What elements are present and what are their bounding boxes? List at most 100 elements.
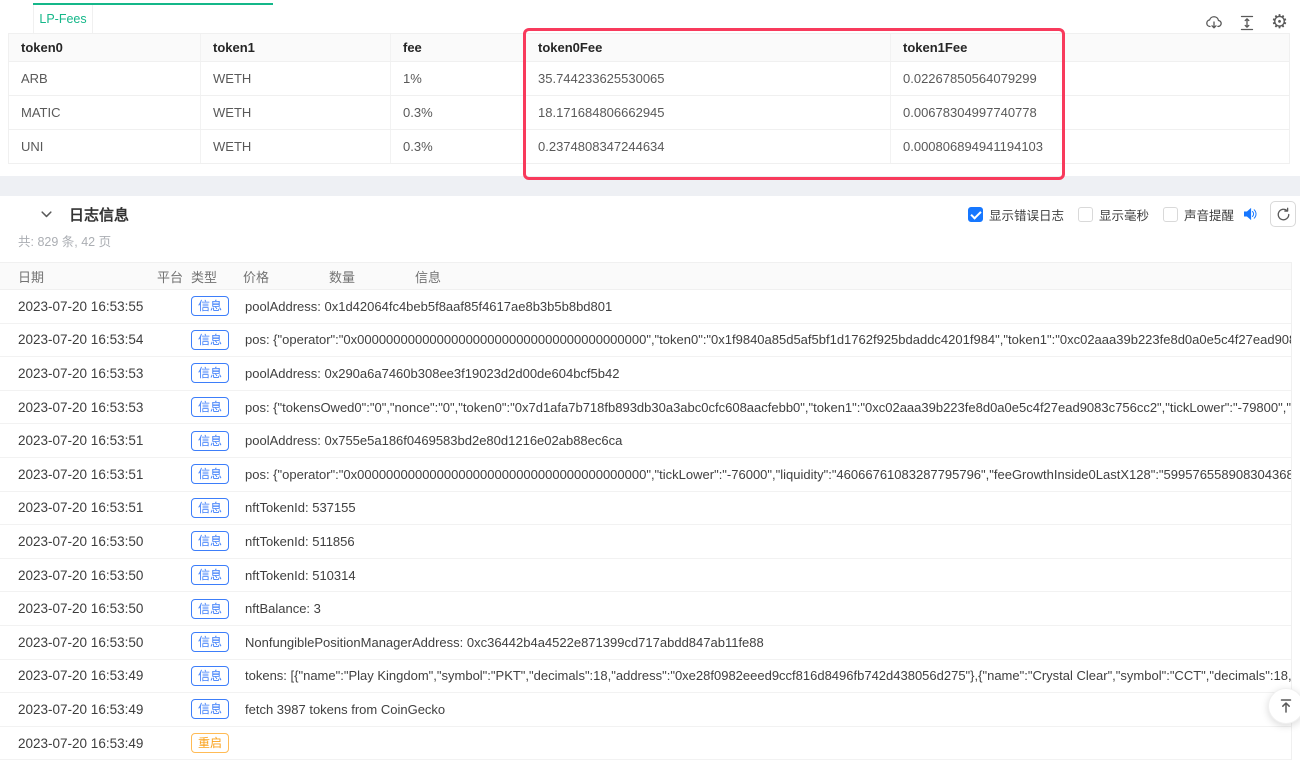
column-header: fee <box>391 34 526 61</box>
table-cell: 0.2374808347244634 <box>526 130 891 163</box>
section-divider <box>0 176 1300 196</box>
checkbox-label: 声音提醒 <box>1184 205 1234 224</box>
log-date: 2023-07-20 16:53:50 <box>0 568 157 583</box>
type-badge: 信息 <box>191 330 229 350</box>
type-badge: 重启 <box>191 733 229 753</box>
log-row: 2023-07-20 16:53:49 重启 <box>0 727 1291 760</box>
type-badge: 信息 <box>191 599 229 619</box>
lp-fees-table-body: ARBWETH1%35.7442336255300650.02267850564… <box>9 62 1289 164</box>
log-type: 信息 <box>191 397 245 417</box>
table-cell: MATIC <box>9 96 201 129</box>
table-cell: 35.744233625530065 <box>526 62 891 95</box>
log-section-title: 日志信息 <box>69 204 129 225</box>
log-row: 2023-07-20 16:53:51信息nftTokenId: 537155 <box>0 492 1291 526</box>
log-date: 2023-07-20 16:53:50 <box>0 534 157 549</box>
log-message: pos: {"operator":"0x00000000000000000000… <box>245 332 1291 347</box>
log-row: 2023-07-20 16:53:51 信息 poolAddress: 0x755e… <box>0 424 1291 458</box>
checkbox-label: 显示毫秒 <box>1099 205 1149 224</box>
table-cell: WETH <box>201 96 391 129</box>
lp-fees-table-header: token0token1feetoken0Feetoken1Fee <box>9 34 1289 62</box>
tab-lp-fees[interactable]: LP-Fees <box>33 5 93 33</box>
log-row: 2023-07-20 16:53:53 信息 poolAddress: 0x290a… <box>0 357 1291 391</box>
log-count: 共: 829 条, 42 页 <box>18 231 111 250</box>
table-row: UNIWETH0.3%0.23748083472446340.000806894… <box>9 130 1289 164</box>
log-date: 2023-07-20 16:53:51 <box>0 433 157 448</box>
checkbox-group: 显示错误日志 显示毫秒 声音提醒 <box>968 205 1234 224</box>
log-row: 2023-07-20 16:53:54 信息 pos: {"operator":"0… <box>0 324 1291 358</box>
table-cell: WETH <box>201 130 391 163</box>
log-type: 信息 <box>191 531 245 551</box>
column-header: token1 <box>201 34 391 61</box>
log-message: pos: {"tokensOwed0":"0","nonce":"0","tok… <box>245 400 1291 415</box>
back-to-top-button[interactable] <box>1268 688 1300 724</box>
lp-fees-table: token0token1feetoken0Feetoken1Fee ARBWET… <box>8 33 1290 164</box>
table-cell: 0.00678304997740778 <box>891 96 1289 129</box>
log-row: 2023-07-20 16:53:50 信息 nftTokenId: 510314 <box>0 559 1291 593</box>
table-row: MATICWETH0.3%18.1716848066629450.0067830… <box>9 96 1289 130</box>
log-message: poolAddress: 0x290a6a7460b308ee3f19023d2… <box>245 366 1291 381</box>
column-header: 平台 <box>157 267 191 286</box>
log-table-header: 日期平台类型价格数量信息 <box>0 262 1291 290</box>
log-row: 2023-07-20 16:53:51信息pos: {"operator":"0… <box>0 458 1291 492</box>
checkbox-box[interactable] <box>968 207 983 222</box>
type-badge: 信息 <box>191 397 229 417</box>
log-row: 2023-07-20 16:53:55 信息 poolAddress: 0x1d42… <box>0 290 1291 324</box>
log-date: 2023-07-20 16:53:55 <box>0 299 157 314</box>
type-badge: 信息 <box>191 565 229 585</box>
cloud-download-icon[interactable] <box>1205 14 1223 32</box>
table-cell: ARB <box>9 62 201 95</box>
log-message: nftTokenId: 510314 <box>245 568 1291 583</box>
log-date: 2023-07-20 16:53:54 <box>0 332 157 347</box>
speaker-icon[interactable] <box>1242 206 1258 222</box>
column-header: token0 <box>9 34 201 61</box>
checkbox-box[interactable] <box>1163 207 1178 222</box>
log-message: poolAddress: 0x755e5a186f0469583bd2e80d1… <box>245 433 1291 448</box>
checkbox-box[interactable] <box>1078 207 1093 222</box>
log-date: 2023-07-20 16:53:50 <box>0 635 157 650</box>
log-message: tokens: [{"name":"Play Kingdom","symbol"… <box>245 668 1291 683</box>
column-header: 类型 <box>191 267 243 286</box>
log-type: 信息 <box>191 363 245 383</box>
checkbox-unchecked[interactable]: 声音提醒 <box>1163 205 1234 224</box>
log-type: 信息 <box>191 632 245 652</box>
type-badge: 信息 <box>191 699 229 719</box>
log-date: 2023-07-20 16:53:49 <box>0 736 157 751</box>
log-section-header: 日志信息 显示错误日志 显示毫秒 声音提醒 <box>0 196 1300 232</box>
type-badge: 信息 <box>191 431 229 451</box>
checkbox-checked[interactable]: 显示错误日志 <box>968 205 1064 224</box>
log-message: nftBalance: 3 <box>245 601 1291 616</box>
log-type: 信息 <box>191 498 245 518</box>
log-message: poolAddress: 0x1d42064fc4beb5f8aaf85f461… <box>245 299 1291 314</box>
log-date: 2023-07-20 16:53:53 <box>0 366 157 381</box>
table-cell: 0.3% <box>391 130 526 163</box>
log-date: 2023-07-20 16:53:49 <box>0 668 157 683</box>
column-header: 数量 <box>329 267 415 286</box>
table-cell: WETH <box>201 62 391 95</box>
checkbox-unchecked[interactable]: 显示毫秒 <box>1078 205 1149 224</box>
log-type: 信息 <box>191 599 245 619</box>
log-type: 信息 <box>191 330 245 350</box>
table-cell: 1% <box>391 62 526 95</box>
refresh-button[interactable] <box>1270 201 1296 227</box>
settings-icon[interactable]: ⚙ <box>1271 14 1288 32</box>
column-header: 信息 <box>415 267 1291 286</box>
type-badge: 信息 <box>191 531 229 551</box>
log-type: 信息 <box>191 666 245 686</box>
chevron-down-icon[interactable] <box>40 208 53 221</box>
log-message: pos: {"operator":"0x00000000000000000000… <box>245 467 1291 482</box>
table-cell: 0.3% <box>391 96 526 129</box>
log-message: NonfungiblePositionManagerAddress: 0xc36… <box>245 635 1291 650</box>
type-badge: 信息 <box>191 464 229 484</box>
log-controls: 显示错误日志 显示毫秒 声音提醒 <box>968 196 1296 232</box>
type-badge: 信息 <box>191 296 229 316</box>
table-toolbar: ⚙ <box>1205 13 1288 33</box>
column-height-icon[interactable] <box>1239 15 1255 31</box>
table-cell: 0.000806894941194103 <box>891 130 1289 163</box>
log-row: 2023-07-20 16:53:50信息nftTokenId: 511856 <box>0 525 1291 559</box>
table-cell: 0.02267850564079299 <box>891 62 1289 95</box>
column-header: 日期 <box>0 267 157 286</box>
type-badge: 信息 <box>191 632 229 652</box>
type-badge: 信息 <box>191 363 229 383</box>
log-table: 日期平台类型价格数量信息 2023-07-20 16:53:55 信息 poolAd… <box>0 262 1292 760</box>
log-type: 信息 <box>191 296 245 316</box>
